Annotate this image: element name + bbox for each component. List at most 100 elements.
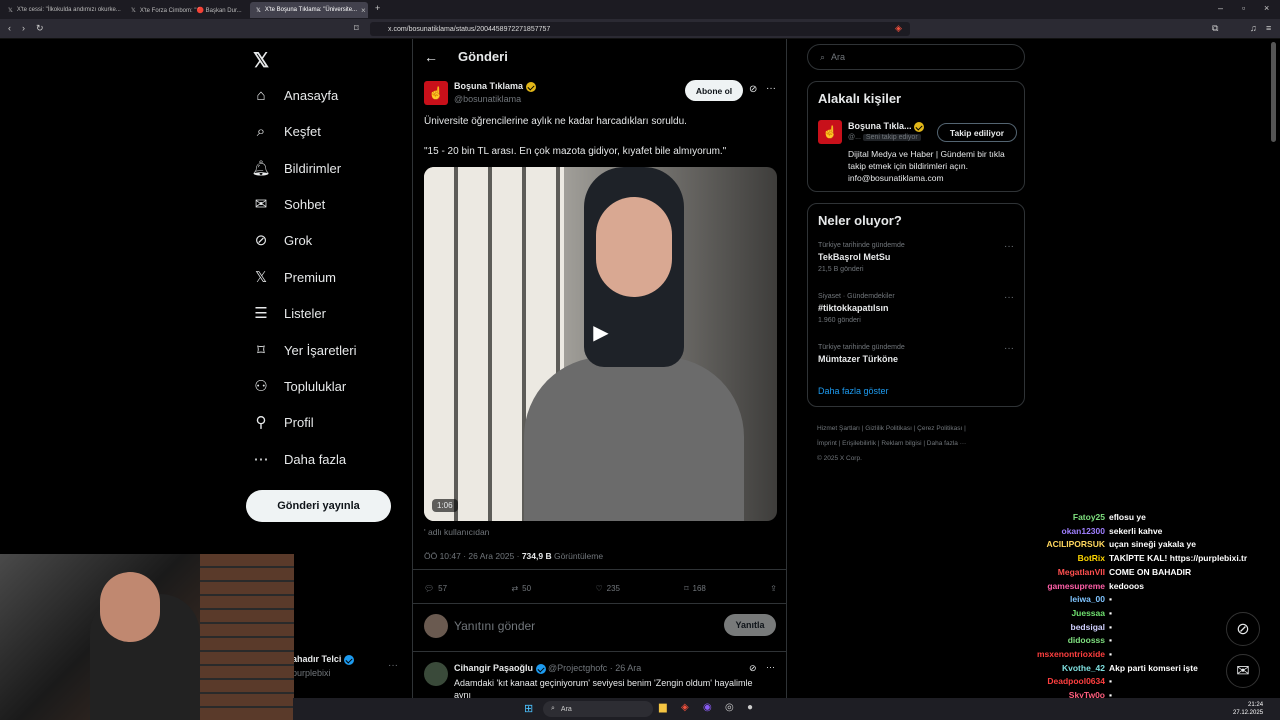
nav-item-more[interactable]: ⋯ Daha fazla bbox=[252, 445, 347, 473]
trend-item[interactable]: Siyaset · Gündemdekiler #tiktokkapatılsın… bbox=[818, 293, 895, 324]
show-more-link[interactable]: Daha fazla göster bbox=[818, 386, 889, 396]
like-button[interactable]: ♡ 235 bbox=[595, 580, 620, 596]
related-handle-row: @... Seni takip ediyor bbox=[848, 134, 921, 141]
nav-label: Listeler bbox=[284, 305, 326, 321]
url-bar[interactable]: x.com/bosunatiklama/status/2004458972271… bbox=[370, 22, 910, 36]
related-name[interactable]: Boşuna Tıkla... bbox=[848, 121, 925, 132]
nav-item-premium[interactable]: 𝕏 Premium bbox=[252, 263, 336, 291]
grok-icon: ⊘ bbox=[1236, 621, 1250, 638]
maximize-icon[interactable]: ▫ bbox=[1242, 3, 1245, 13]
more-icon[interactable]: ··· bbox=[766, 662, 775, 672]
trend-name: Mümtazer Türköne bbox=[818, 354, 899, 364]
nav-item-home[interactable]: ⌂ Anasayfa bbox=[252, 81, 338, 109]
obs-icon[interactable]: ● bbox=[747, 702, 753, 713]
tweet-author[interactable]: Boşuna Tıklama bbox=[454, 81, 536, 92]
nav-item-bookmarks[interactable]: ⌑ Yer İşaretleri bbox=[252, 336, 356, 364]
x-logo[interactable]: 𝕏 bbox=[253, 48, 269, 73]
more-icon[interactable]: ··· bbox=[1004, 292, 1014, 303]
reply-submit-button[interactable]: Yanıtla bbox=[724, 614, 776, 636]
back-icon[interactable]: ‹ bbox=[8, 23, 11, 33]
mail-icon: ✉ bbox=[254, 196, 268, 213]
reply-input[interactable]: Yanıtını gönder bbox=[454, 619, 535, 633]
nav-label: Sohbet bbox=[284, 196, 326, 212]
reply-text: Adamdaki 'kıt kanaat geçiniyorum' seviye… bbox=[454, 678, 753, 688]
retweet-button[interactable]: ⇄ 50 bbox=[511, 580, 531, 596]
card-title: Neler oluyor? bbox=[818, 213, 902, 228]
back-arrow-icon[interactable]: ← bbox=[424, 49, 438, 65]
video-player[interactable]: ▶ 1:06 bbox=[424, 167, 777, 521]
footer-line: Hizmet Şartları | Gizlilik Politikası | … bbox=[817, 425, 966, 432]
taskbar-search[interactable]: ⌕ Ara bbox=[543, 701, 653, 717]
grok-float-button[interactable]: ⊘ bbox=[1226, 612, 1260, 646]
chat-text: uçan sineği yakala ye bbox=[1109, 539, 1196, 550]
trend-item[interactable]: Türkiye tarihinde gündemde TekBaşrol MetS… bbox=[818, 242, 905, 273]
nav-item-lists[interactable]: ☰ Listeler bbox=[252, 299, 326, 327]
music-icon[interactable]: ♫ bbox=[1250, 23, 1257, 33]
minimize-icon[interactable]: – bbox=[1218, 3, 1223, 13]
reply-button[interactable]: 💬︎ 57 bbox=[424, 580, 447, 596]
chat-text: ▪ bbox=[1109, 607, 1113, 618]
trend-item[interactable]: Türkiye tarihinde gündemde Mümtazer Türkö… bbox=[818, 344, 905, 368]
close-window-icon[interactable]: × bbox=[1264, 3, 1269, 13]
bookmark-button[interactable]: ⌑ 168 bbox=[684, 580, 705, 596]
browser-tab-1[interactable]: 𝕏 X'te cessi: "İlkokulda andımızı okurke.… bbox=[2, 2, 122, 18]
reload-icon[interactable]: ↻ bbox=[36, 23, 44, 34]
browser-tab-2[interactable]: 𝕏X'te Forza Cimbom: "🔴 Başkan Dur...× bbox=[125, 2, 245, 18]
scrollbar[interactable] bbox=[1271, 42, 1276, 142]
account-name: ahadır Telci bbox=[292, 654, 342, 664]
following-button[interactable]: Takip ediliyor bbox=[937, 123, 1017, 142]
account-switcher[interactable]: ahadır Telci purplebixi bbox=[292, 654, 354, 678]
more-icon[interactable]: ··· bbox=[766, 83, 776, 94]
author-name: Boşuna Tıklama bbox=[454, 81, 524, 91]
bookmark-page-icon[interactable]: ⌑ bbox=[354, 23, 359, 34]
search-icon: ⌕ bbox=[820, 51, 826, 62]
more-icon[interactable]: ··· bbox=[1004, 241, 1014, 252]
folder-icon[interactable]: ▆ bbox=[659, 702, 667, 713]
related-avatar[interactable]: ☝ bbox=[818, 120, 842, 144]
video-duration: 1:06 bbox=[432, 499, 458, 512]
search-input[interactable]: ⌕ Ara bbox=[807, 44, 1025, 70]
nav-item-explore[interactable]: ⌕ Keşfet bbox=[252, 117, 321, 145]
person-head bbox=[100, 572, 160, 642]
play-icon[interactable]: ▶ bbox=[588, 320, 614, 346]
author-avatar[interactable]: ☝ bbox=[424, 81, 448, 105]
browser-icon[interactable]: ◈ bbox=[681, 702, 689, 713]
discord-icon[interactable]: ◉ bbox=[703, 702, 712, 713]
post-button[interactable]: Gönderi yayınla bbox=[246, 490, 391, 522]
close-icon[interactable]: × bbox=[361, 6, 366, 15]
tweet-text: Üniversite öğrencilerine aylık ne kadar … bbox=[424, 116, 687, 127]
steam-icon[interactable]: ◎ bbox=[725, 702, 734, 713]
grok-icon[interactable]: ⊘ bbox=[749, 663, 757, 674]
browser-tab-3[interactable]: 𝕏 X'te Boşuna Tıklama: "Üniversite... × bbox=[250, 2, 368, 18]
webcam-overlay bbox=[0, 554, 294, 720]
nav-item-profile[interactable]: ⚲ Profil bbox=[252, 408, 314, 436]
shield-icon[interactable]: ◈ bbox=[895, 23, 902, 34]
avatar[interactable] bbox=[424, 662, 448, 686]
extensions-icon[interactable]: ⧉ bbox=[1212, 23, 1218, 34]
footer-links[interactable]: Hizmet Şartları | Gizlilik Politikası | … bbox=[817, 421, 966, 466]
windows-start-icon[interactable]: ⊞ bbox=[524, 702, 533, 715]
nav-item-notifications[interactable]: 🔔︎ Bildirimler bbox=[251, 154, 341, 182]
more-icon[interactable]: ··· bbox=[1004, 343, 1014, 354]
nav-item-messages[interactable]: ✉ Sohbet bbox=[252, 190, 326, 218]
x-icon: 𝕏 bbox=[131, 7, 136, 14]
clock[interactable]: 21:24 27.12.2025 bbox=[1233, 701, 1263, 717]
subscribe-button[interactable]: Abone ol bbox=[685, 80, 743, 101]
share-button[interactable]: ⇪ bbox=[770, 580, 777, 596]
trend-name: TekBaşrol MetSu bbox=[818, 252, 891, 262]
forward-icon[interactable]: › bbox=[22, 23, 25, 33]
grok-icon[interactable]: ⊘ bbox=[749, 84, 757, 95]
nav-label: Keşfet bbox=[284, 123, 321, 139]
new-tab-icon[interactable]: + bbox=[375, 3, 380, 13]
nav-item-grok[interactable]: ⊘ Grok bbox=[252, 226, 312, 254]
share-icon: ⇪ bbox=[770, 583, 777, 593]
reply-author[interactable]: Cihangir Paşaoğlu bbox=[454, 663, 533, 673]
divider bbox=[412, 569, 787, 570]
author-handle[interactable]: @bosunatiklama bbox=[454, 94, 521, 104]
tweet-quote: "15 - 20 bin TL arası. En çok mazota gid… bbox=[424, 146, 727, 157]
menu-icon[interactable]: ≡ bbox=[1266, 23, 1271, 33]
tweet-time[interactable]: ÖÖ 10:47 · 26 Ara 2025 · bbox=[424, 551, 522, 561]
more-icon[interactable]: ··· bbox=[388, 660, 398, 671]
nav-item-communities[interactable]: ⚇ Topluluklar bbox=[252, 372, 346, 400]
messages-float-button[interactable]: ✉ bbox=[1226, 654, 1260, 688]
